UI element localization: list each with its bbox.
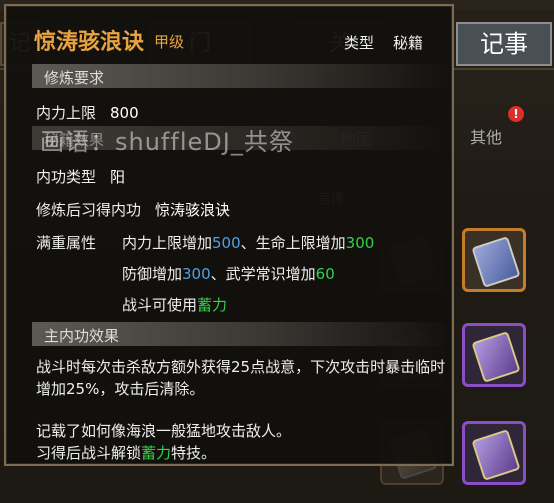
book-icon [471,429,521,481]
stat-text: 内力上限增加 [122,234,213,252]
skill-grade: 甲级 [154,33,185,51]
requirement-row: 内力上限 800 [36,102,139,123]
stat-text: 防御增加 [122,265,183,283]
stat-text: 、武学常识增加 [210,265,316,283]
learn-row: 修炼后习得内功 惊涛骇浪诀 [36,199,230,220]
item-slot[interactable] [462,421,526,485]
subtab-other[interactable]: 其他 [470,124,502,148]
watermark: 画语：shuffleDJ_共祭 [40,128,294,156]
tab-notes[interactable]: 记事 [456,22,552,66]
stat-value: 300 [345,234,375,252]
learn-value: 惊涛骇浪诀 [155,201,231,219]
stat-line-2: 防御增加300、武学常识增加60 [122,263,335,284]
battle-line: 战斗可使用蓄力 [122,294,227,315]
learn-label: 修炼后习得内功 [36,201,142,219]
battle-skill: 蓄力 [197,296,228,314]
stat-line-1: 内力上限增加500、生命上限增加300 [122,232,374,253]
battle-text: 战斗可使用 [122,296,198,314]
stat-value: 60 [315,265,335,283]
skill-title: 惊涛骇浪诀 [34,30,145,55]
main-effect-text: 战斗时每次击杀敌方额外获得25点战意，下次攻击时暴击临时增加25%，攻击后清除。 [36,358,446,398]
tab-label: 记事 [480,30,528,58]
section-title: 主内功效果 [44,327,120,345]
inner-type-label: 内功类型 [36,168,97,186]
type-value: 秘籍 [393,34,424,52]
desc-text: 特技。 [171,444,217,462]
description-line: 记载了如何像海浪一般猛地攻击敌人。 [36,422,292,440]
section-requirements: 修炼要求 [32,64,450,88]
section-main-effect: 主内功效果 [32,322,450,346]
desc-skill: 蓄力 [141,444,172,462]
alert-badge: ! [508,106,524,122]
stat-value: 300 [182,265,211,283]
description-text: 记载了如何像海浪一般猛地攻击敌人。 习得后战斗解锁蓄力特技。 [36,420,446,464]
skill-tooltip: 惊涛骇浪诀 甲级 类型 秘籍 修炼要求 内力上限 800 秘籍效果 内功类型阳 修… [4,4,454,466]
section-title: 修炼要求 [44,69,105,87]
inner-type-row: 内功类型阳 [36,166,125,187]
tooltip-header: 惊涛骇浪诀 甲级 类型 秘籍 [6,6,452,55]
full-attr-label: 满重属性 [36,234,97,252]
description-line: 习得后战斗解锁蓄力特技。 [36,442,446,464]
requirement-value: 800 [110,104,139,122]
item-slot[interactable] [462,228,526,292]
stat-text: 、生命上限增加 [240,234,346,252]
inner-type-value: 阳 [110,168,126,186]
type-label: 类型 [344,34,375,52]
item-slot[interactable] [462,323,526,387]
stat-value: 500 [212,234,241,252]
desc-text: 习得后战斗解锁 [36,444,142,462]
book-icon [471,236,521,288]
book-icon [471,331,521,383]
requirement-label: 内力上限 [36,104,97,122]
